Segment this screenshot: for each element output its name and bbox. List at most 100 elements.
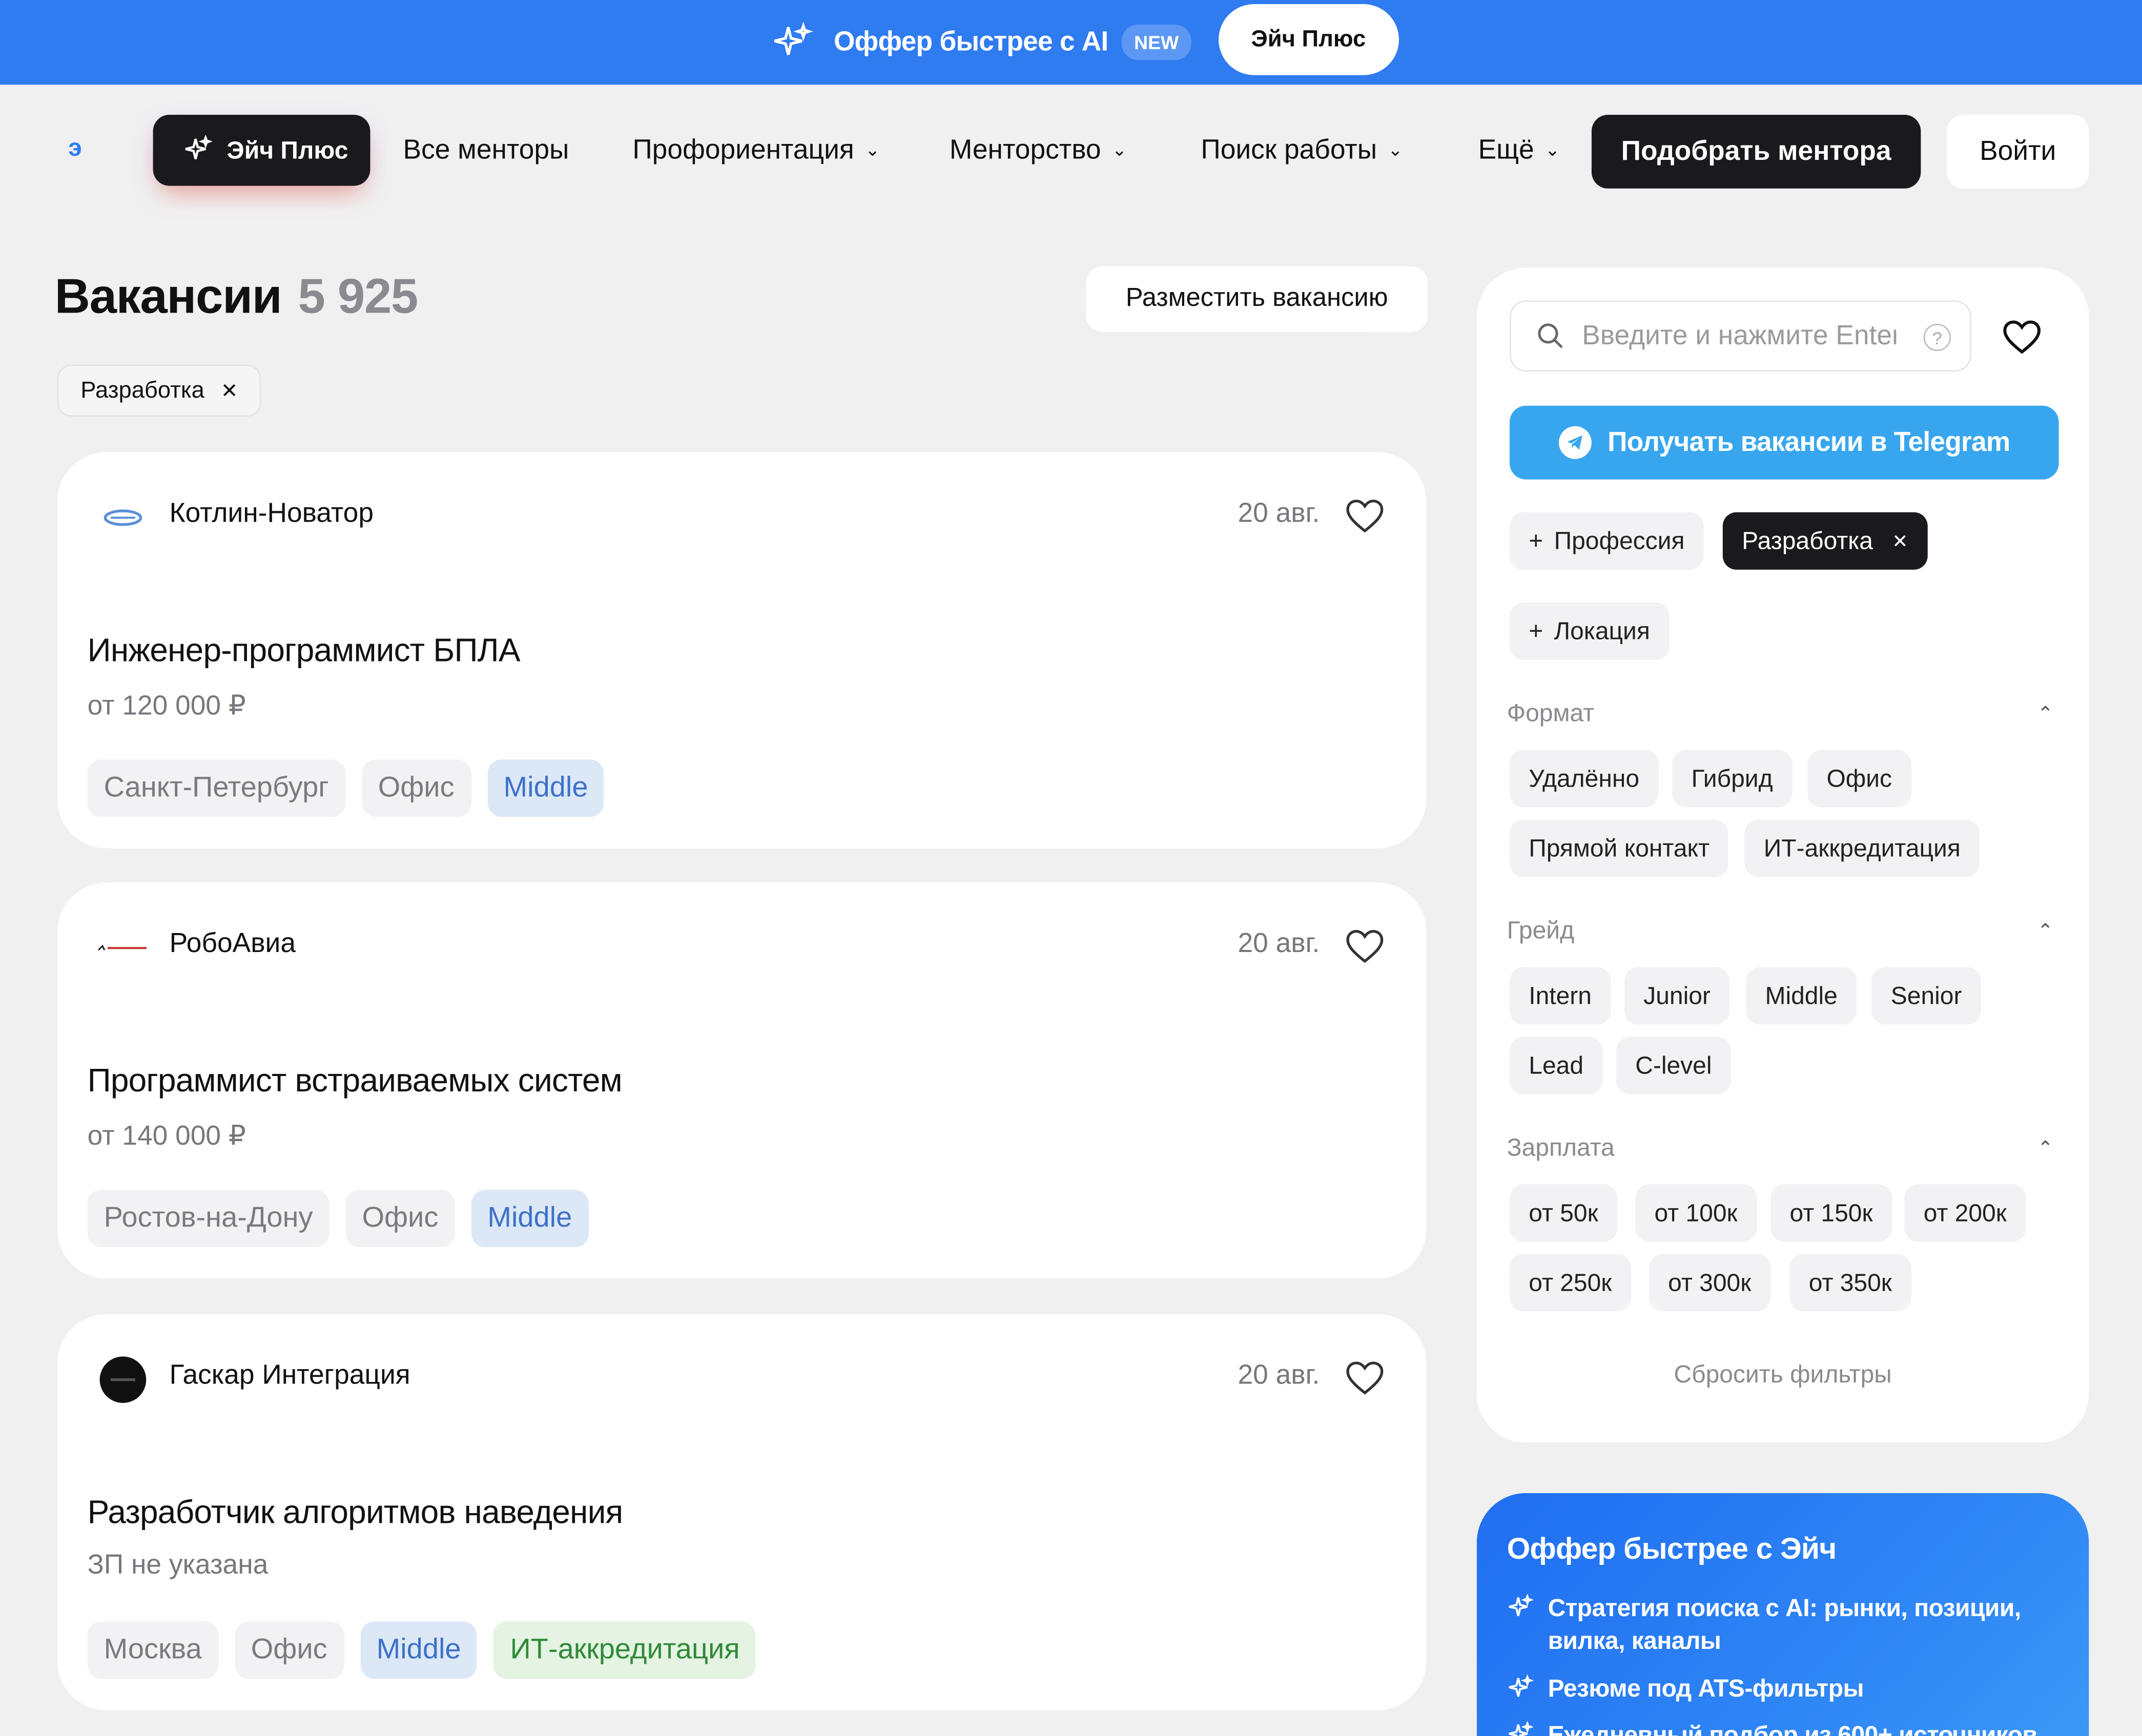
page: Оффер быстрее с AI NEW Эйч Плюс э Эйч Пл… — [0, 0, 2142, 1736]
vacancy-salary: от 120 000 ₽ — [87, 691, 246, 721]
page-title: Вакансии 5 925 — [54, 267, 419, 325]
vacancy-tags: Москва Офис Middle ИТ-аккредитация — [87, 1621, 756, 1679]
offer-feature-text: Стратегия поиска с AI: рынки, позиции, в… — [1548, 1594, 2022, 1655]
page-title-text: Вакансии — [54, 267, 282, 324]
plus-button[interactable]: Эйч Плюс — [153, 114, 370, 186]
close-icon[interactable]: ✕ — [221, 378, 238, 403]
grade-option[interactable]: Senior — [1871, 967, 1981, 1025]
vacancy-card[interactable]: Котлин-Новатор 20 авг. Инженер-программи… — [57, 452, 1427, 849]
heart-icon[interactable] — [1344, 1358, 1385, 1399]
nav-item-job-search[interactable]: Поиск работы ⌄ — [1201, 115, 1403, 186]
nav-item-more[interactable]: Ещё ⌄ — [1478, 115, 1560, 186]
sparkle-icon — [1509, 1721, 1534, 1736]
company-name[interactable]: Котлин-Новатор — [170, 499, 374, 530]
salary-option[interactable]: от 50к — [1509, 1184, 1617, 1242]
telegram-button-label: Получать вакансии в Telegram — [1608, 427, 2010, 457]
chevron-down-icon: ⌄ — [1545, 139, 1560, 160]
post-vacancy-button[interactable]: Разместить вакансию — [1086, 266, 1428, 332]
reset-filters-link[interactable]: Сбросить фильтры — [1477, 1360, 2089, 1389]
salary-section-label: Зарплата — [1507, 1133, 1615, 1162]
vacancy-count: 5 925 — [298, 267, 418, 324]
grade-option[interactable]: Intern — [1509, 967, 1611, 1025]
vacancy-title[interactable]: Разработчик алгоритмов наведения — [88, 1495, 624, 1533]
company-logo — [98, 923, 148, 973]
format-section-label: Формат — [1507, 699, 1595, 727]
chevron-up-icon[interactable]: ⌃ — [2037, 702, 2053, 725]
salary-option[interactable]: от 200к — [1904, 1184, 2026, 1242]
promo-content: Оффер быстрее с AI NEW Эйч Плюс — [771, 4, 1399, 75]
heart-icon[interactable] — [1344, 926, 1385, 967]
vacancy-card[interactable]: РобоАвиа 20 авг. Программист встраиваемы… — [57, 882, 1427, 1279]
logo[interactable]: э — [68, 134, 93, 161]
grade-tag: Middle — [487, 759, 605, 817]
new-badge: NEW — [1122, 24, 1191, 60]
nav-item-mentors[interactable]: Все менторы — [403, 115, 569, 186]
sparkle-icon — [1509, 1594, 1534, 1616]
offer-feature: Резюме под ATS-фильтры — [1507, 1672, 2053, 1705]
grade-tag: Middle — [360, 1621, 478, 1679]
nav-item-label: Профориентация — [632, 134, 854, 165]
plus-button-label: Эйч Плюс — [226, 136, 348, 163]
grade-option[interactable]: Middle — [1746, 967, 1857, 1025]
chip-label: Разработка — [1742, 526, 1873, 554]
promo-banner[interactable]: Оффер быстрее с AI NEW Эйч Плюс — [0, 0, 2142, 85]
salary-option[interactable]: от 150к — [1770, 1184, 1892, 1242]
chevron-up-icon[interactable]: ⌃ — [2037, 1136, 2053, 1160]
filters-panel: ? Получать вакансии в Telegram + Професс… — [1476, 267, 2089, 1443]
active-filter-chip[interactable]: Разработка ✕ — [57, 364, 261, 417]
company-name[interactable]: Гаскар Интеграция — [170, 1360, 410, 1392]
chevron-down-icon: ⌄ — [1388, 139, 1403, 160]
telegram-subscribe-button[interactable]: Получать вакансии в Telegram — [1509, 405, 2059, 480]
add-location-chip[interactable]: + Локация — [1509, 602, 1670, 660]
selected-profession-chip[interactable]: Разработка ✕ — [1722, 512, 1927, 570]
find-mentor-button[interactable]: Подобрать ментора — [1591, 114, 1921, 189]
heart-icon[interactable] — [1344, 496, 1385, 537]
format-tag: Офис — [234, 1621, 344, 1679]
location-tag: Санкт-Петербург — [87, 759, 345, 817]
company-logo — [98, 493, 148, 542]
format-option[interactable]: Удалённо — [1509, 750, 1659, 808]
offer-feature-text: Резюме под ATS-фильтры — [1548, 1675, 1864, 1702]
help-icon[interactable]: ? — [1923, 323, 1951, 352]
salary-option[interactable]: от 100к — [1635, 1184, 1757, 1242]
vacancy-date: 20 авг. — [1238, 928, 1320, 959]
login-button[interactable]: Войти — [1947, 114, 2089, 189]
company-name[interactable]: РобоАвиа — [170, 929, 296, 960]
format-option[interactable]: Прямой контакт — [1509, 819, 1729, 877]
format-option[interactable]: Офис — [1807, 750, 1911, 808]
grade-option[interactable]: C-level — [1616, 1037, 1731, 1094]
chip-label: Локация — [1554, 616, 1650, 645]
offer-promo-card[interactable]: Оффер быстрее с Эйч Стратегия поиска с A… — [1476, 1493, 2089, 1736]
vacancy-card[interactable]: Гаскар Интеграция 20 авг. Разработчик ал… — [57, 1314, 1427, 1710]
chevron-down-icon: ⌄ — [865, 139, 880, 160]
company-logo — [98, 1355, 148, 1404]
search-input[interactable] — [1582, 320, 1897, 352]
search-box[interactable]: ? — [1509, 300, 1972, 372]
format-option[interactable]: Гибрид — [1672, 750, 1792, 808]
nav-item-label: Менторство — [949, 134, 1101, 165]
vacancy-date: 20 авг. — [1238, 499, 1320, 529]
add-profession-chip[interactable]: + Профессия — [1509, 512, 1704, 570]
promo-plus-button[interactable]: Эйч Плюс — [1218, 4, 1399, 75]
grade-option[interactable]: Junior — [1624, 967, 1730, 1025]
chevron-up-icon[interactable]: ⌃ — [2037, 919, 2053, 942]
location-tag: Москва — [87, 1621, 218, 1679]
nav-item-career-guidance[interactable]: Профориентация ⌄ — [632, 115, 880, 186]
nav-item-mentorship[interactable]: Менторство ⌄ — [950, 115, 1127, 186]
salary-option[interactable]: от 350к — [1789, 1254, 1911, 1312]
heart-icon[interactable] — [2002, 317, 2043, 358]
format-tag: Офис — [361, 759, 471, 817]
salary-option[interactable]: от 300к — [1649, 1254, 1770, 1312]
active-filter-label: Разработка — [80, 377, 204, 403]
vacancy-title[interactable]: Программист встраиваемых систем — [88, 1063, 623, 1101]
promo-text: Оффер быстрее с AI — [834, 26, 1108, 57]
close-icon[interactable]: ✕ — [1892, 529, 1908, 552]
grade-option[interactable]: Lead — [1509, 1037, 1603, 1094]
salary-option[interactable]: от 250к — [1509, 1254, 1631, 1312]
plus-icon: + — [1529, 616, 1543, 645]
telegram-icon — [1558, 426, 1592, 459]
format-option[interactable]: ИТ-аккредитация — [1744, 819, 1980, 877]
vacancy-tags: Ростов-на-Дону Офис Middle — [87, 1190, 589, 1248]
sparkle-icon — [185, 135, 213, 159]
vacancy-title[interactable]: Инженер-программист БПЛА — [88, 632, 521, 671]
